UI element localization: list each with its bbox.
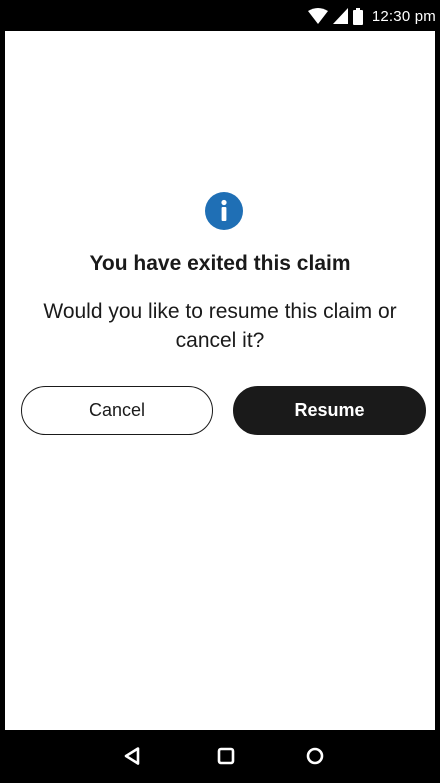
navigation-bar [0,730,440,783]
dialog-screen: You have exited this claim Would you lik… [5,31,435,730]
nav-recents-button[interactable] [303,744,327,768]
resume-button[interactable]: Resume [233,386,426,435]
nav-back-button[interactable] [120,744,144,768]
info-icon [205,192,243,230]
dialog-message: Would you like to resume this claim or c… [43,300,397,352]
battery-icon [352,7,363,25]
cancel-button[interactable]: Cancel [21,386,213,435]
home-icon [217,747,235,765]
screen: 12:30 pm You have exited this claim Woul… [0,0,440,783]
dialog-title: You have exited this claim [89,252,351,275]
nav-home-button[interactable] [214,744,238,768]
wifi-icon [307,8,328,24]
cellular-signal-icon [332,8,348,24]
status-time: 12:30 pm [371,7,436,25]
recents-icon [306,747,324,765]
status-icons: 12:30 pm [307,6,436,26]
status-bar: 12:30 pm [0,0,440,31]
back-icon [124,747,140,765]
